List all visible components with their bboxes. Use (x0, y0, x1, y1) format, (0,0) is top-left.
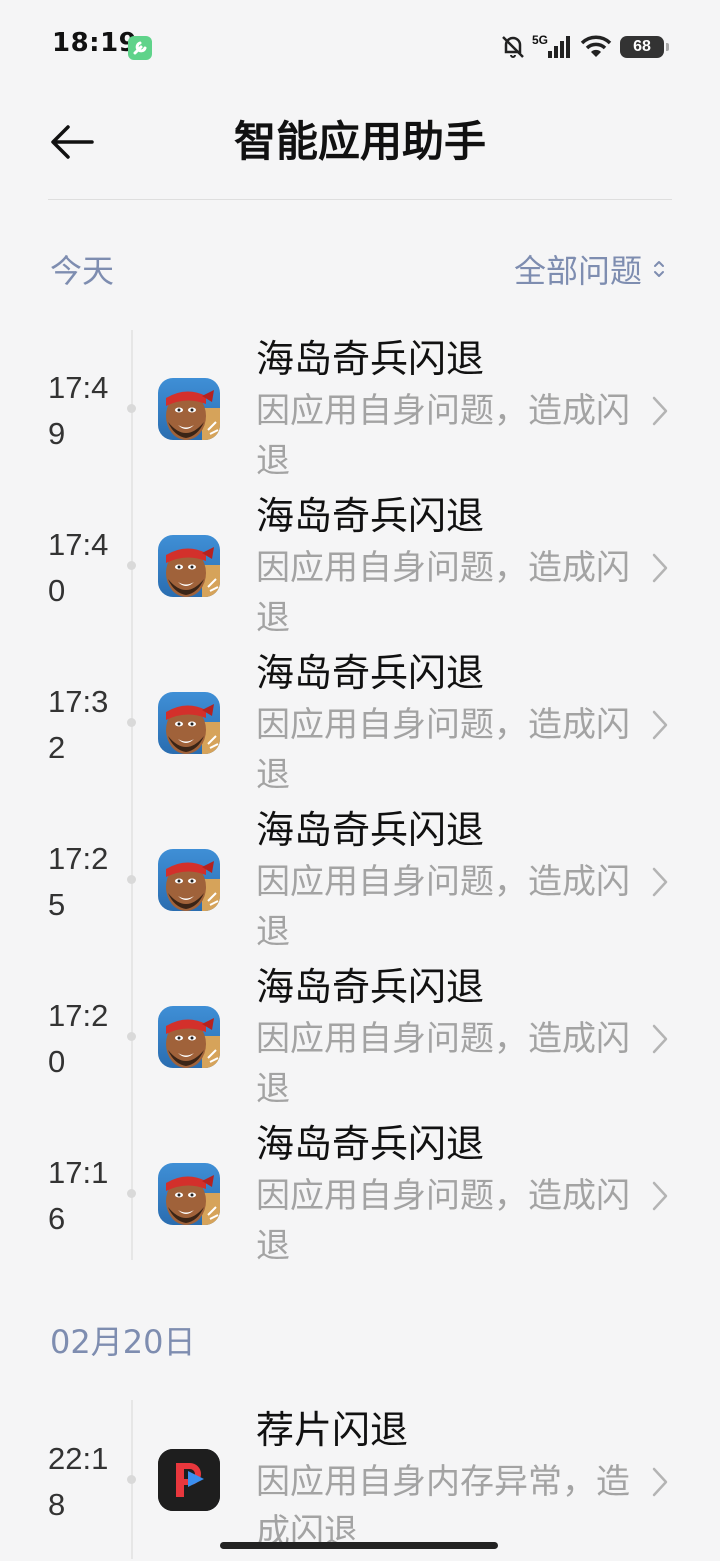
item-time: 22:18 (48, 1441, 109, 1522)
item-time: 17:25 (48, 841, 109, 922)
list-item[interactable]: 17:20 海岛奇兵闪退 因应用自身问题，造成闪退 (0, 961, 720, 1118)
item-title: 海岛奇兵闪退 (256, 651, 485, 695)
item-description: 因应用自身问题，造成闪退 (256, 391, 630, 481)
chevron-right-icon (652, 710, 668, 740)
sort-updown-icon (652, 258, 666, 280)
home-indicator[interactable] (220, 1542, 498, 1549)
chevron-right-icon (652, 1024, 668, 1054)
list-item[interactable]: 22:18 荐片闪退 因应用自身内存异常，造成闪退 (0, 1404, 720, 1561)
list-item[interactable]: 17:25 海岛奇兵闪退 因应用自身问题，造成闪退 (0, 804, 720, 961)
list-item[interactable]: 17:40 海岛奇兵闪退 因应用自身问题，造成闪退 (0, 490, 720, 647)
timeline-dot (127, 1475, 136, 1484)
item-title: 海岛奇兵闪退 (256, 965, 485, 1009)
chevron-right-icon (652, 1181, 668, 1211)
timeline-dot (127, 404, 136, 413)
boom-beach-app-icon (158, 378, 220, 440)
signal-icon (548, 36, 570, 58)
timeline-dot (127, 1189, 136, 1198)
boom-beach-app-icon (158, 849, 220, 911)
item-time: 17:20 (48, 998, 109, 1079)
page-title: 智能应用助手 (233, 117, 486, 166)
boom-beach-app-icon (158, 692, 220, 754)
list-item[interactable]: 17:32 海岛奇兵闪退 因应用自身问题，造成闪退 (0, 647, 720, 804)
chevron-right-icon (652, 396, 668, 426)
boom-beach-app-icon (158, 1006, 220, 1068)
list-item[interactable]: 17:16 海岛奇兵闪退 因应用自身问题，造成闪退 (0, 1118, 720, 1275)
item-time: 17:40 (48, 527, 109, 608)
chevron-right-icon (652, 553, 668, 583)
status-time: 18:19 (52, 28, 138, 58)
item-title: 荐片闪退 (256, 1408, 409, 1452)
timeline-dot (127, 1032, 136, 1041)
item-description: 因应用自身问题，造成闪退 (256, 1019, 630, 1109)
battery-level: 68 (633, 38, 651, 55)
chevron-right-icon (652, 867, 668, 897)
item-description: 因应用自身问题，造成闪退 (256, 705, 630, 795)
wifi-icon (580, 35, 612, 57)
item-title: 海岛奇兵闪退 (256, 494, 485, 538)
timeline-dot (127, 561, 136, 570)
item-title: 海岛奇兵闪退 (256, 337, 485, 381)
battery-icon: 68 (620, 36, 669, 58)
tool-app-icon (128, 36, 152, 60)
mute-vibrate-icon (502, 36, 524, 58)
timeline-dot (127, 875, 136, 884)
item-title: 海岛奇兵闪退 (256, 808, 485, 852)
app-header: 智能应用助手 (0, 96, 720, 200)
timeline-dot (127, 718, 136, 727)
item-description: 因应用自身问题，造成闪退 (256, 548, 630, 638)
chevron-right-icon (652, 1467, 668, 1497)
header-divider (48, 199, 672, 200)
item-description: 因应用自身问题，造成闪退 (256, 1176, 630, 1266)
list-item[interactable]: 17:49 海岛奇兵闪退 因应用自身问题，造成闪退 (0, 333, 720, 490)
filter-all-problems-button[interactable]: 全部问题 (514, 246, 666, 292)
filter-label: 全部问题 (513, 252, 642, 290)
item-time: 17:16 (48, 1155, 109, 1236)
jianpian-app-icon (158, 1449, 220, 1511)
status-bar: 18:19 5G 68 (0, 0, 720, 96)
status-icons: 5G 68 (498, 30, 669, 64)
boom-beach-app-icon (158, 1163, 220, 1225)
item-title: 海岛奇兵闪退 (256, 1122, 485, 1166)
section-date-feb-20: 02月20日 (50, 1323, 196, 1361)
section-date-today: 今天 (50, 252, 115, 290)
item-time: 17:32 (48, 684, 109, 765)
item-description: 因应用自身问题，造成闪退 (256, 862, 630, 952)
boom-beach-app-icon (158, 535, 220, 597)
item-time: 17:49 (48, 370, 109, 451)
